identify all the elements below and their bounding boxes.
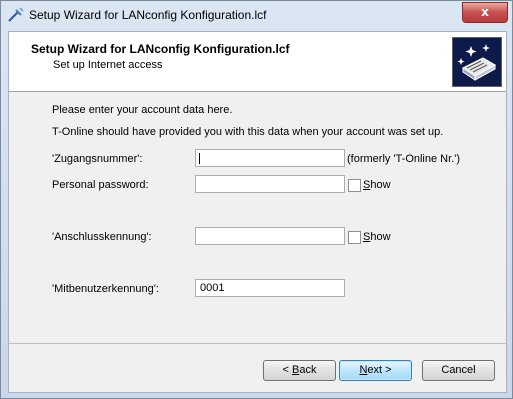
show-anschlusskennung-label-rest: how — [370, 231, 391, 243]
cancel-button[interactable]: Cancel — [422, 360, 495, 381]
show-password-label-rest: how — [370, 179, 391, 191]
zugangsnummer-label: 'Zugangsnummer': — [52, 153, 143, 165]
close-button[interactable]: x — [462, 2, 508, 23]
intro-line-2: T-Online should have provided you with t… — [52, 126, 444, 138]
intro-line-1: Please enter your account data here. — [52, 104, 233, 116]
back-button[interactable]: < Back — [263, 360, 336, 381]
footer-divider — [9, 343, 506, 344]
next-button-label: ext > — [367, 364, 392, 376]
zugangsnummer-hint: (formerly 'T-Online Nr.') — [347, 153, 460, 165]
app-icon — [8, 7, 24, 23]
router-wizard-icon — [452, 37, 502, 87]
close-icon: x — [481, 5, 489, 19]
next-button[interactable]: Next > — [339, 360, 412, 381]
header-title: Setup Wizard for LANconfig Konfiguration… — [31, 42, 290, 56]
wizard-header: Setup Wizard for LANconfig Konfiguration… — [9, 32, 506, 92]
show-password-label[interactable]: Show — [363, 179, 391, 191]
wizard-client-area: Setup Wizard for LANconfig Konfiguration… — [8, 31, 507, 393]
mitbenutzerkennung-value: 0001 — [200, 282, 225, 294]
anschlusskennung-label: 'Anschlusskennung': — [52, 231, 152, 243]
mitbenutzerkennung-label: 'Mitbenutzerkennung': — [52, 283, 159, 295]
password-input[interactable] — [195, 175, 345, 193]
show-anschlusskennung-checkbox[interactable] — [348, 231, 361, 244]
text-caret — [199, 153, 200, 164]
wizard-window: Setup Wizard for LANconfig Konfiguration… — [0, 0, 513, 399]
title-bar[interactable]: Setup Wizard for LANconfig Konfiguration… — [1, 1, 512, 31]
back-button-prefix: < — [282, 364, 292, 376]
show-password-checkbox[interactable] — [348, 179, 361, 192]
back-button-label: ack — [299, 364, 317, 376]
window-title: Setup Wizard for LANconfig Konfiguration… — [29, 8, 267, 22]
header-subtitle: Set up Internet access — [53, 59, 163, 71]
password-label: Personal password: — [52, 179, 149, 191]
anschlusskennung-input[interactable] — [195, 227, 345, 245]
show-anschlusskennung-label[interactable]: Show — [363, 231, 391, 243]
mitbenutzerkennung-input[interactable]: 0001 — [195, 279, 345, 297]
zugangsnummer-input[interactable] — [195, 149, 345, 167]
